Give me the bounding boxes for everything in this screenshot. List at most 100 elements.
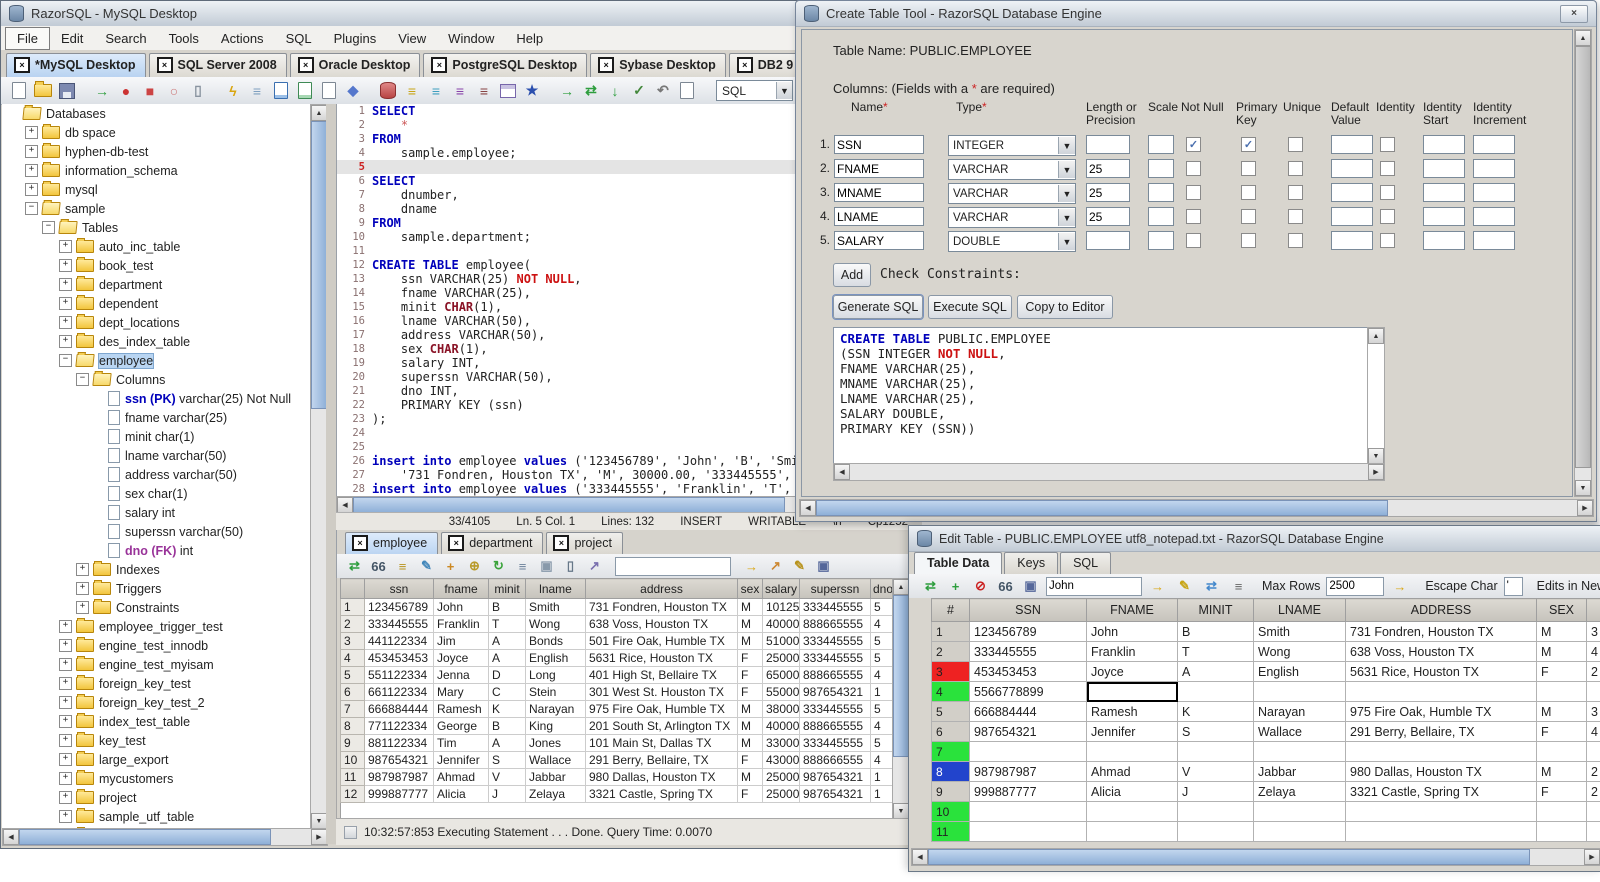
table-row[interactable]: 3 441122334 Jim A Bonds 501 Fire Oak, Humble … xyxy=(340,632,893,650)
cell[interactable]: 301 West St. Houston TX xyxy=(585,683,738,701)
length-input[interactable] xyxy=(1086,231,1130,250)
cell[interactable]: Wong xyxy=(525,615,586,633)
tree-item-indexes[interactable]: + Indexes xyxy=(2,560,310,579)
length-input[interactable] xyxy=(1086,207,1130,226)
tree-item-salary-int[interactable]: salary int xyxy=(2,503,310,522)
scroll-left-icon[interactable]: ◀ xyxy=(3,829,19,845)
cell[interactable]: Alicia xyxy=(1086,781,1178,802)
tree-toggle-icon[interactable]: + xyxy=(59,297,72,310)
column-header[interactable]: salary xyxy=(762,578,800,599)
cell[interactable]: Zelaya xyxy=(525,785,586,803)
escape-char-input[interactable] xyxy=(1503,576,1523,596)
cell[interactable]: 4 xyxy=(870,751,893,769)
scroll-thumb[interactable] xyxy=(19,829,271,845)
filter-icon[interactable]: ≡ xyxy=(393,557,412,576)
edit-table-grid[interactable]: # SSN FNAME MINIT LNAME ADDRESS SEX 1 123456789 J… xyxy=(931,598,1600,842)
cell[interactable]: S xyxy=(488,751,526,769)
tree-item-sample[interactable]: − sample xyxy=(2,199,310,218)
not-null-checkbox[interactable]: ✓ xyxy=(1186,137,1201,152)
cell[interactable]: M xyxy=(737,615,763,633)
cell[interactable]: Jabbar xyxy=(1253,761,1346,782)
cell[interactable]: 441122334 xyxy=(364,632,434,650)
cell[interactable]: Narayan xyxy=(525,700,586,718)
cell[interactable]: 453453453 xyxy=(969,661,1087,682)
cell[interactable]: 51000 xyxy=(762,632,800,650)
cell[interactable]: 5631 Rice, Houston TX xyxy=(585,649,738,667)
tree-item-columns[interactable]: − Columns xyxy=(2,370,310,389)
cell[interactable] xyxy=(1586,681,1600,702)
database-tools-icon[interactable] xyxy=(378,81,398,101)
cell[interactable]: Smith xyxy=(1253,621,1346,642)
cell[interactable]: F xyxy=(737,751,763,769)
cell[interactable]: 123456789 xyxy=(969,621,1087,642)
sql-textarea-hscroll[interactable]: ◀ ▶ xyxy=(833,463,1385,481)
copy-table-icon[interactable] xyxy=(319,81,339,101)
tab-close-icon[interactable]: × xyxy=(598,57,615,73)
save-icon[interactable]: ▣ xyxy=(1021,577,1040,596)
cell[interactable] xyxy=(1253,801,1346,822)
cell[interactable]: Ahmad xyxy=(1086,761,1178,782)
cell[interactable] xyxy=(1586,801,1600,822)
copy-to-editor-button[interactable]: Copy to Editor xyxy=(1017,295,1113,319)
row-number-cell[interactable]: 7 xyxy=(931,741,970,762)
tree-item-address-varchar-50-[interactable]: address varchar(50) xyxy=(2,465,310,484)
go-icon[interactable]: → xyxy=(1148,577,1167,596)
cell[interactable]: 731 Fondren, Houston TX xyxy=(1345,621,1537,642)
cell[interactable]: 4 xyxy=(870,615,893,633)
column-header[interactable]: SEX xyxy=(1536,598,1587,622)
menu-item-view[interactable]: View xyxy=(387,28,437,49)
save-file-icon[interactable] xyxy=(57,81,77,101)
tab-close-icon[interactable]: × xyxy=(14,57,30,73)
cell[interactable]: Joyce xyxy=(1086,661,1178,682)
cell[interactable]: 2 xyxy=(340,615,365,633)
row-number-cell[interactable]: 4 xyxy=(931,681,970,702)
sql-mode-dropdown[interactable]: SQL ▼ xyxy=(716,80,793,101)
tree-item-triggers[interactable]: + Triggers xyxy=(2,579,310,598)
tree-toggle-icon[interactable]: + xyxy=(59,791,72,804)
tab-close-icon[interactable]: × xyxy=(156,57,173,73)
tree-item-dept-locations[interactable]: + dept_locations xyxy=(2,313,310,332)
tree-toggle-icon[interactable]: + xyxy=(25,164,38,177)
column-header[interactable]: LNAME xyxy=(1253,598,1346,622)
tree-item-des-index-table[interactable]: + des_index_table xyxy=(2,332,310,351)
cell[interactable]: M xyxy=(737,734,763,752)
cell[interactable]: M xyxy=(1536,621,1587,642)
cell[interactable]: 975 Fire Oak, Humble TX xyxy=(1345,701,1537,722)
cell[interactable]: 40000 xyxy=(762,717,800,735)
new-file-icon[interactable] xyxy=(9,81,29,101)
tab-close-icon[interactable]: × xyxy=(431,57,448,73)
cell[interactable]: 638 Voss, Houston TX xyxy=(585,615,738,633)
cell[interactable]: M xyxy=(737,700,763,718)
not-null-checkbox[interactable] xyxy=(1186,161,1201,176)
cell[interactable]: 65000 xyxy=(762,666,800,684)
cell[interactable]: 101250 xyxy=(762,598,800,616)
not-null-checkbox[interactable] xyxy=(1186,233,1201,248)
execute-sql-button[interactable]: Execute SQL xyxy=(928,295,1012,319)
cell[interactable]: 7 xyxy=(340,700,365,718)
edit-tab-sql[interactable]: SQL xyxy=(1060,552,1112,574)
tree-toggle-icon[interactable]: + xyxy=(59,753,72,766)
cell[interactable]: English xyxy=(525,649,586,667)
generate-ddl-icon[interactable] xyxy=(295,81,315,101)
column-header[interactable] xyxy=(340,578,365,599)
tree-toggle-icon[interactable]: + xyxy=(59,316,72,329)
tree-item-employee-trigger-test[interactable]: + employee_trigger_test xyxy=(2,617,310,636)
cell[interactable]: 2 xyxy=(1586,661,1600,682)
cell[interactable] xyxy=(1586,741,1600,762)
tree-toggle-icon[interactable]: − xyxy=(42,221,55,234)
table-row[interactable]: 3 453453453 Joyce A English 5631 Rice, Housto… xyxy=(931,661,1600,682)
scroll-up-icon[interactable]: ▲ xyxy=(1368,328,1384,344)
cell[interactable]: 987654321 xyxy=(799,768,871,786)
scroll-down-icon[interactable]: ▼ xyxy=(1575,480,1591,496)
cell[interactable]: 999887777 xyxy=(969,781,1087,802)
dialog-vertical-scrollbar[interactable]: ▲ ▼ xyxy=(1574,29,1592,497)
cell[interactable]: Long xyxy=(525,666,586,684)
tab-close-icon[interactable]: × xyxy=(736,57,753,73)
tree-item-engine-test-myisam[interactable]: + engine_test_myisam xyxy=(2,655,310,674)
cell[interactable]: 10 xyxy=(340,751,365,769)
scroll-thumb[interactable] xyxy=(311,121,327,409)
results-tab-department[interactable]: × department xyxy=(441,532,544,554)
cell[interactable]: 43000 xyxy=(762,751,800,769)
column-header[interactable]: superssn xyxy=(799,578,871,599)
favorites-icon[interactable]: ★ xyxy=(522,81,542,101)
